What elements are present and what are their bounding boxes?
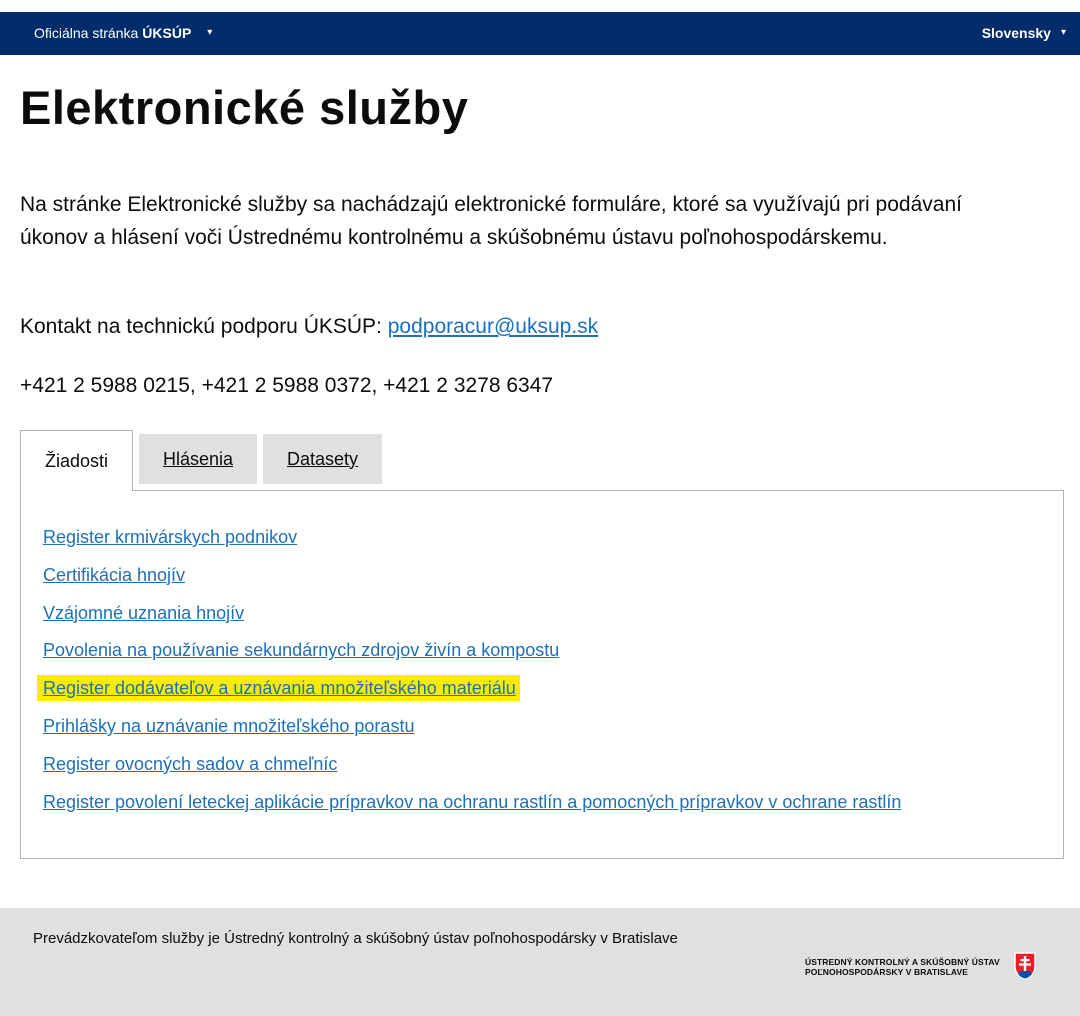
tab-hlasenia[interactable]: Hlásenia	[139, 434, 257, 484]
list-item: Vzájomné uznania hnojív	[43, 601, 901, 639]
logo-line-2: POĽNOHOSPODÁRSKY V BRATISLAVE	[805, 967, 969, 977]
support-contact: Kontakt na technickú podporu ÚKSÚP: podp…	[20, 312, 598, 342]
language-selector[interactable]: Slovensky ▾	[982, 25, 1066, 41]
slovak-coat-of-arms-icon	[1014, 952, 1036, 980]
footer-operator-text: Prevádzkovateľom služby je Ústredný kont…	[33, 930, 678, 947]
list-item: Povolenia na používanie sekundárnych zdr…	[43, 638, 901, 676]
chevron-down-icon: ▾	[1060, 27, 1066, 38]
page-footer: Prevádzkovateľom služby je Ústredný kont…	[0, 908, 1080, 1016]
link-povolenia-sekundarnych-zdrojov[interactable]: Povolenia na používanie sekundárnych zdr…	[43, 640, 559, 660]
top-bar: Oficiálna stránka ÚKSÚP ▾ Slovensky ▾	[0, 12, 1080, 55]
link-register-ovocnych-sadov[interactable]: Register ovocných sadov a chmeľníc	[43, 754, 337, 774]
link-vzajomne-uznania-hnojiv[interactable]: Vzájomné uznania hnojív	[43, 603, 244, 623]
tab-panel-ziadosti: Register krmivárskych podnikov Certifiká…	[20, 490, 1064, 859]
link-register-krmivarskych-podnikov[interactable]: Register krmivárskych podnikov	[43, 527, 297, 547]
language-label: Slovensky	[981, 25, 1051, 41]
logo-line-1: ÚSTREDNÝ KONTROLNÝ A SKÚŠOBNÝ ÚSTAV	[805, 957, 1000, 967]
list-item: Register povolení leteckej aplikácie prí…	[43, 790, 901, 828]
link-register-leteckej-aplikacie[interactable]: Register povolení leteckej aplikácie prí…	[43, 792, 901, 812]
list-item: Register ovocných sadov a chmeľníc	[43, 752, 901, 790]
chevron-down-icon: ▾	[207, 27, 213, 38]
support-phones: +421 2 5988 0215, +421 2 5988 0372, +421…	[20, 374, 554, 397]
list-item: Certifikácia hnojív	[43, 563, 901, 601]
link-prihlasky-na-uznavanie[interactable]: Prihlášky na uznávanie množiteľského por…	[43, 716, 414, 736]
tab-datasety[interactable]: Datasety	[263, 434, 382, 484]
list-item: Register krmivárskych podnikov	[43, 525, 901, 563]
official-site-label: Oficiálna stránka	[34, 25, 139, 41]
link-certifikacia-hnojiv[interactable]: Certifikácia hnojív	[43, 565, 185, 585]
official-site-org: ÚKSÚP	[142, 25, 192, 41]
intro-text: Na stránke Elektronické služby sa nachád…	[20, 193, 962, 249]
official-site-toggle[interactable]: Oficiálna stránka ÚKSÚP ▾	[34, 25, 212, 41]
list-item: Prihlášky na uznávanie množiteľského por…	[43, 714, 901, 752]
institution-logo-text: ÚSTREDNÝ KONTROLNÝ A SKÚŠOBNÝ ÚSTAV POĽN…	[805, 957, 1000, 977]
list-item: Register dodávateľov a uznávania množite…	[37, 675, 901, 714]
service-link-list: Register krmivárskych podnikov Certifiká…	[37, 525, 901, 828]
support-email-link[interactable]: podporacur@uksup.sk	[388, 315, 598, 338]
support-contact-label: Kontakt na technickú podporu ÚKSÚP:	[20, 315, 382, 338]
tab-ziadosti[interactable]: Žiadosti	[20, 430, 133, 491]
page-title: Elektronické služby	[20, 81, 469, 134]
link-register-dodavatelov-highlighted[interactable]: Register dodávateľov a uznávania množite…	[37, 675, 520, 702]
